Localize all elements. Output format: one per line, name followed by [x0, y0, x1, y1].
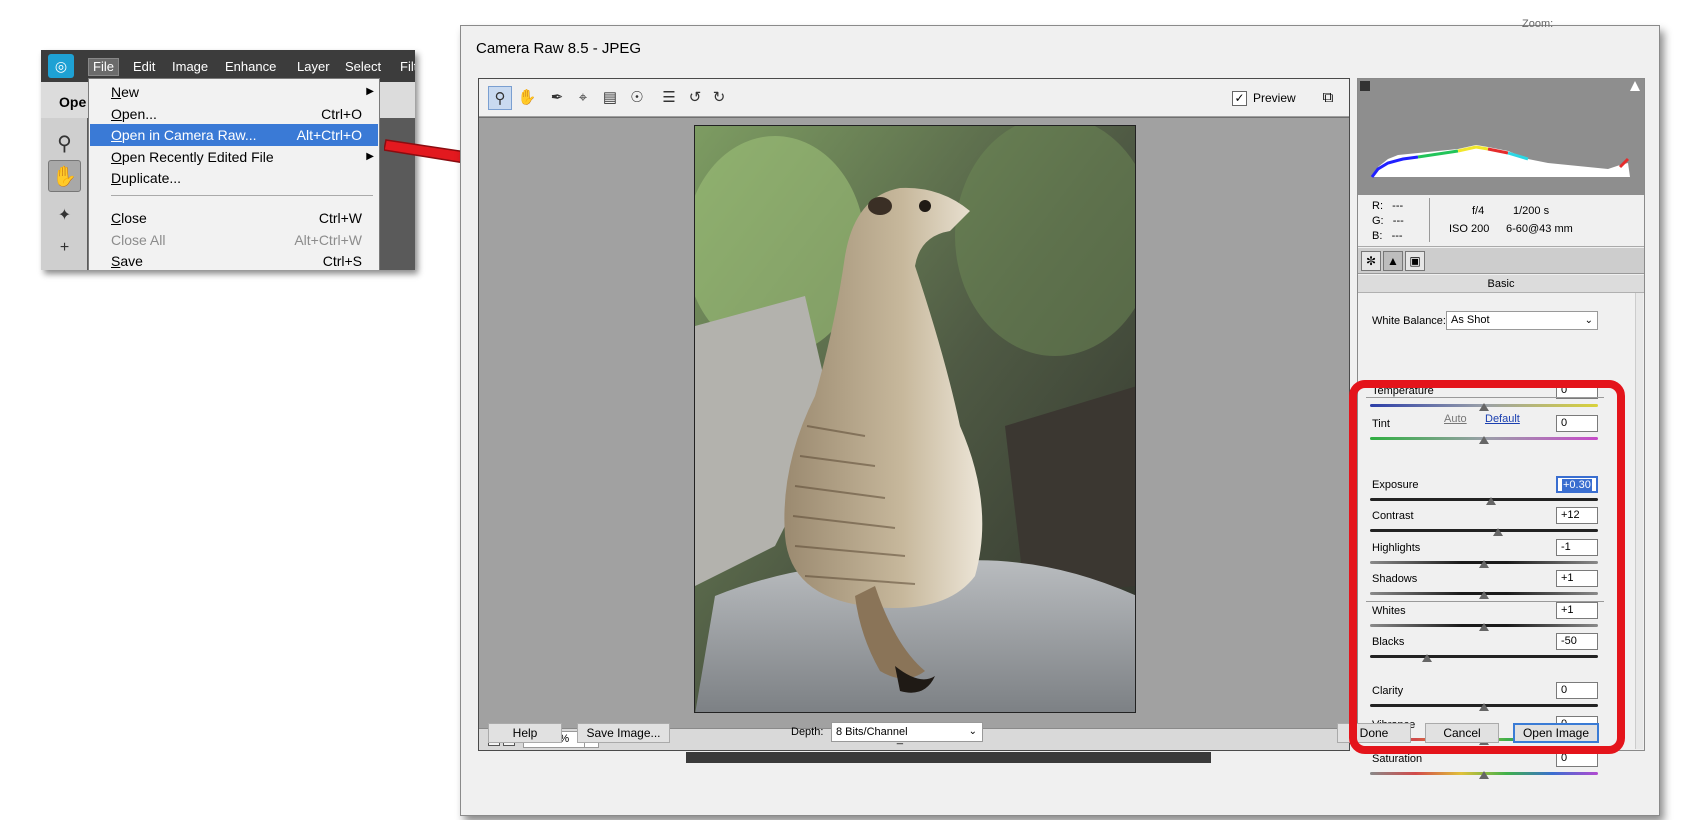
elements-window: ◎ File Edit Image Enhance Layer Select F…	[41, 50, 415, 270]
menu-item-save[interactable]: Save Ctrl+S	[90, 250, 378, 270]
iso: ISO 200	[1449, 223, 1490, 235]
panel-section-title: Basic	[1358, 275, 1644, 293]
submenu-arrow-icon: ▶	[366, 86, 374, 97]
help-button[interactable]: Help	[488, 723, 562, 743]
saturation-slider-thumb[interactable]	[1479, 771, 1489, 779]
background-window-strip	[686, 752, 1211, 763]
crop-icon[interactable]: ⌖	[571, 86, 595, 110]
menu-edit[interactable]: Edit	[129, 58, 159, 76]
menu-file[interactable]: File	[88, 58, 119, 76]
menu-select[interactable]: Select	[341, 58, 385, 76]
rotate-right-icon[interactable]: ↻	[707, 86, 731, 110]
g-readout: G: ---	[1372, 215, 1404, 227]
lens-info: 6-60@43 mm	[1506, 223, 1573, 235]
submenu-arrow-icon: ▶	[366, 151, 374, 162]
white-balance-select[interactable]: As Shot ⌄	[1446, 311, 1598, 330]
r-readout: R: ---	[1372, 200, 1404, 212]
rgb-readout: R: --- G: --- B: ---	[1372, 199, 1404, 244]
panel-scrollbar[interactable]	[1635, 293, 1643, 749]
menu-filter[interactable]: Filte	[396, 58, 415, 76]
basic-tab-icon[interactable]: ✼	[1361, 251, 1381, 271]
zoom-icon[interactable]: ⚲	[488, 86, 512, 110]
depth-select[interactable]: 8 Bits/Channel ⌄	[831, 722, 983, 742]
rotate-left-icon[interactable]: ↺	[683, 86, 707, 110]
red-highlight-box	[1349, 380, 1625, 754]
preferences-icon[interactable]: ☰	[657, 86, 681, 110]
preview-checkbox[interactable]: ✓	[1232, 91, 1247, 106]
zoom-label-fragment: Zoom:	[1522, 18, 1554, 30]
panel-tabs: ✼ ▲ ▣	[1358, 248, 1644, 274]
menu-image[interactable]: Image	[168, 58, 212, 76]
menu-enhance[interactable]: Enhance	[221, 58, 280, 76]
menu-separator	[111, 195, 373, 196]
tools-panel: ⚲ ✋ ✦ +	[41, 118, 87, 270]
hand-icon[interactable]: ✋	[515, 86, 539, 110]
info-divider	[1429, 198, 1430, 242]
b-readout: B: ---	[1372, 230, 1403, 242]
quick-selection-tool-icon[interactable]: ✦	[48, 200, 81, 232]
zoom-tool-icon[interactable]: ⚲	[48, 128, 81, 160]
shutter-speed: 1/200 s	[1513, 205, 1550, 217]
saturation-label: Saturation	[1372, 753, 1423, 765]
menu-layer[interactable]: Layer	[293, 58, 334, 76]
preview-toolbar: ⚲ ✋ ✒ ⌖ ▤ ☉ ☰ ↺ ↻ ✓ Preview ⧉	[479, 79, 1349, 117]
aperture: f/4	[1472, 205, 1485, 217]
histogram	[1358, 79, 1644, 195]
preview-label: Preview	[1253, 91, 1296, 105]
preview-area: ⚲ ✋ ✒ ⌖ ▤ ☉ ☰ ↺ ↻ ✓ Preview ⧉	[478, 78, 1350, 751]
chevron-down-icon: ⌄	[968, 726, 977, 737]
fullscreen-icon[interactable]: ⧉	[1317, 87, 1339, 109]
photo-image	[695, 126, 1135, 712]
histogram-graph	[1360, 81, 1640, 178]
depth-label: Depth:	[791, 726, 824, 738]
menu-item-close-all: Close All Alt+Ctrl+W	[111, 232, 362, 248]
info-area: R: --- G: --- B: --- f/4 1/200 s ISO 200…	[1358, 195, 1644, 247]
menu-item-new[interactable]: New ▶	[90, 81, 378, 103]
meerkat-photo	[694, 125, 1136, 713]
detail-tab-icon[interactable]: ▲	[1383, 251, 1403, 271]
menu-item-open[interactable]: Open... Ctrl+O	[90, 103, 378, 125]
white-balance-label: White Balance:	[1372, 315, 1446, 327]
image-canvas[interactable]	[479, 118, 1349, 730]
menu-item-duplicate[interactable]: Duplicate...	[90, 167, 378, 189]
menu-item-close[interactable]: Close Ctrl+W	[90, 207, 378, 229]
menu-item-open-in-camera-raw[interactable]: Open in Camera Raw... Alt+Ctrl+O	[90, 124, 378, 146]
menu-item-open-recently-edited[interactable]: Open Recently Edited File ▶	[90, 146, 378, 168]
save-image-button[interactable]: Save Image...	[577, 723, 670, 743]
red-eye-icon[interactable]: ☉	[625, 86, 649, 110]
panel-title: Ope	[59, 94, 87, 110]
white-balance-icon[interactable]: ✒	[545, 86, 569, 110]
dialog-title: Camera Raw 8.5 - JPEG	[476, 40, 642, 57]
straighten-icon[interactable]: ▤	[598, 86, 622, 110]
chevron-down-icon: ⌄	[1584, 315, 1593, 326]
hand-tool-icon[interactable]: ✋	[48, 160, 81, 192]
add-icon[interactable]: +	[48, 232, 81, 264]
file-dropdown-menu: New ▶ Open... Ctrl+O Open in Camera Raw...…	[88, 78, 380, 270]
app-logo-icon: ◎	[48, 54, 74, 78]
camera-calibration-tab-icon[interactable]: ▣	[1405, 251, 1425, 271]
